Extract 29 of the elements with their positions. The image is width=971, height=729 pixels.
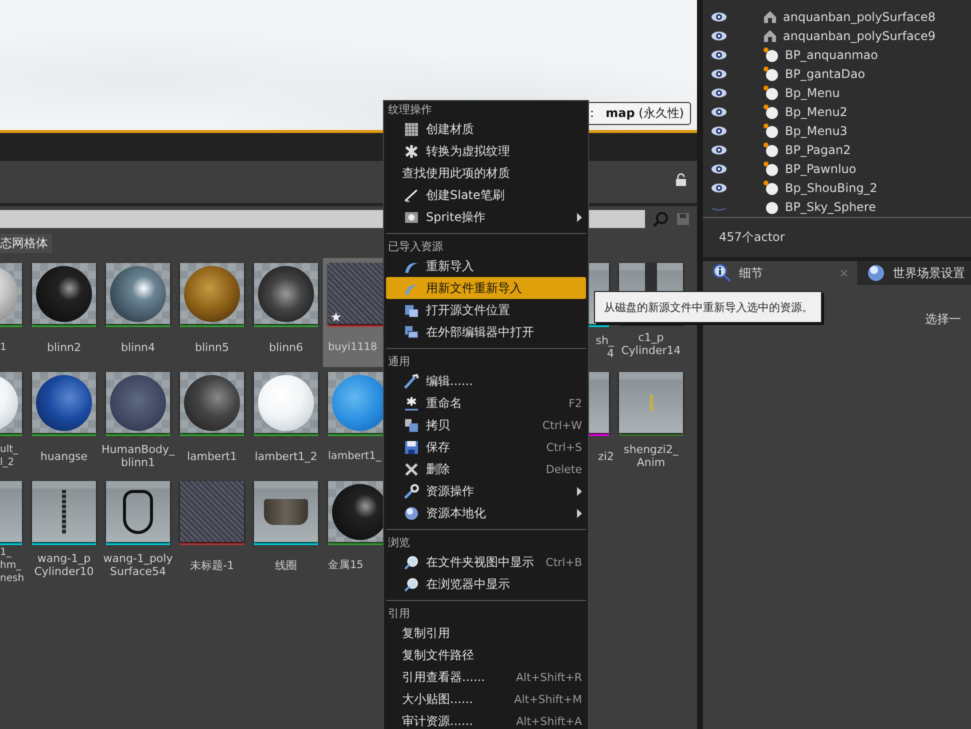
- asset-name: lambert1: [186, 450, 238, 462]
- asset-name: huangse: [40, 450, 88, 462]
- asset-name: sh_ 4: [596, 334, 614, 360]
- asset-name: lambert1_: [328, 450, 382, 462]
- asset-name: c1_p Cylinder14: [621, 331, 681, 357]
- asset-name: HumanBody_ blinn1: [102, 443, 174, 469]
- details-hint: 选择一: [925, 311, 961, 328]
- asset-name: 1: [0, 340, 6, 354]
- actor-count: 457个actor: [719, 229, 785, 246]
- tooltip: 从磁盘的新源文件中重新导入选中的资源。: [594, 291, 822, 323]
- asset-name: blinn4: [120, 340, 156, 354]
- asset-name: blinn5: [194, 340, 230, 354]
- menu-section-header: 浏览: [387, 535, 411, 551]
- asset-name: wang-1_p Cylinder10: [34, 552, 94, 578]
- asset-name: buyi1118: [328, 340, 378, 354]
- asset-name: 1_ hm_ nesh: [0, 546, 24, 584]
- asset-name: shengzi2_ Anim: [624, 443, 678, 469]
- asset-name: ult_ l_2: [0, 443, 18, 469]
- asset-name: 未标题-1: [190, 558, 234, 572]
- menu-section-header: 纹理操作: [387, 102, 433, 118]
- asset-name: blinn6: [268, 340, 304, 354]
- asset-name: wang-1_poly Surface54: [103, 552, 173, 578]
- asset-name: blinn2: [46, 340, 82, 354]
- menu-section-header: 已导入资源: [387, 239, 444, 255]
- asset-name: zi2: [598, 450, 614, 462]
- asset-name: 线圈: [275, 558, 297, 572]
- asset-name: lambert1_2: [254, 450, 318, 462]
- menu-section-header: 引用: [387, 606, 411, 622]
- asset-name: 金属15: [328, 558, 364, 572]
